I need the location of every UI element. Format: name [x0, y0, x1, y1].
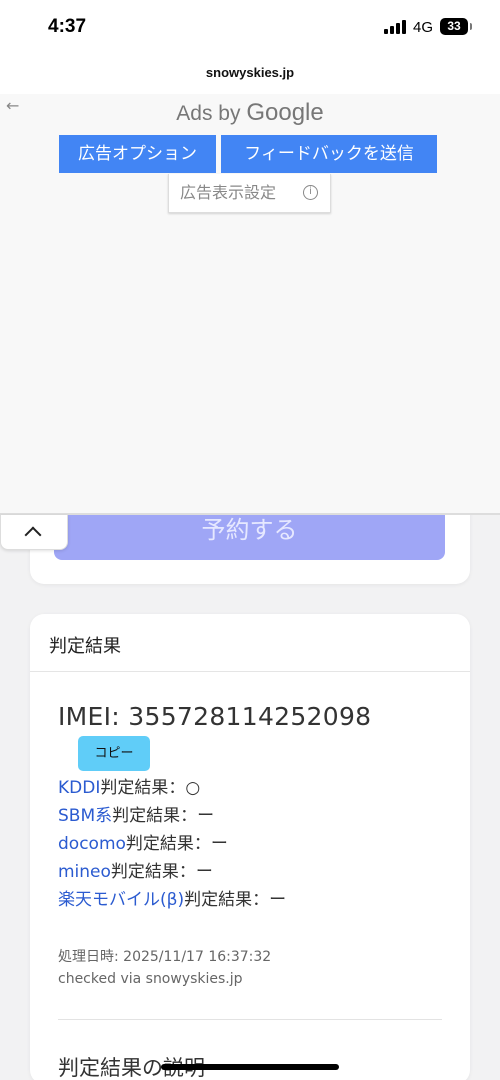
ad-settings-link[interactable]: 広告表示設定 i [168, 174, 331, 213]
status-bar: 4:37 4G 33 [0, 0, 500, 56]
url-text: snowyskies.jp [205, 65, 295, 80]
collapse-ad-button[interactable] [0, 515, 68, 550]
result-value: ー [269, 890, 287, 910]
processed-label: 処理日時: [58, 949, 119, 965]
carrier-link-docomo[interactable]: docomo [58, 834, 126, 854]
result-row-kddi: KDDI判定結果：○ [58, 774, 286, 802]
battery-icon: 33 [440, 18, 472, 35]
ads-by-google: Ads by Google [0, 99, 500, 127]
result-list: KDDI判定結果：○ SBM系判定結果：ー docomo判定結果：ー mineo… [58, 774, 286, 914]
carrier-link-kddi[interactable]: KDDI [58, 778, 100, 798]
result-row-docomo: docomo判定結果：ー [58, 830, 286, 858]
carrier-link-rakuten[interactable]: 楽天モバイル(β) [58, 890, 184, 910]
ad-settings-label: 広告表示設定 [180, 183, 277, 202]
divider [58, 1019, 442, 1020]
result-label: 判定結果： [125, 834, 211, 854]
result-row-mineo: mineo判定結果：ー [58, 858, 286, 886]
result-label: 判定結果： [110, 862, 196, 882]
home-indicator[interactable] [161, 1064, 339, 1070]
result-label: 判定結果： [184, 890, 270, 910]
result-value: ー [197, 806, 215, 826]
result-card-header: 判定結果 [30, 614, 470, 672]
info-icon: i [303, 185, 318, 200]
ads-by-prefix: Ads by [176, 102, 241, 125]
result-row-sbm: SBM系判定結果：ー [58, 802, 286, 830]
status-time: 4:37 [48, 16, 87, 37]
result-row-rakuten: 楽天モバイル(β)判定結果：ー [58, 886, 286, 914]
signal-icon [384, 20, 408, 34]
carrier-link-sbm[interactable]: SBM系 [58, 806, 112, 826]
result-label: 判定結果： [100, 778, 186, 798]
checked-via: checked via snowyskies.jp [58, 971, 243, 987]
processing-meta: 処理日時: 2025/11/17 16:37:32 checked via sn… [58, 946, 271, 990]
result-label: 判定結果： [112, 806, 198, 826]
copy-button[interactable]: コピー [78, 736, 150, 771]
result-value: ー [195, 862, 213, 882]
imei-value: 355728114252098 [128, 702, 372, 731]
chevron-up-icon [24, 526, 42, 544]
imei-label: IMEI: [58, 702, 121, 731]
ads-by-brand: Google [246, 99, 324, 126]
result-value: ー [210, 834, 228, 854]
ad-overlay: ← Ads by Google 広告オプション フィードバックを送信 広告表示設… [0, 94, 500, 515]
processed-at: 処理日時: 2025/11/17 16:37:32 [58, 946, 271, 968]
send-feedback-button[interactable]: フィードバックを送信 [221, 135, 437, 173]
processed-time: 2025/11/17 16:37:32 [123, 949, 272, 965]
imei-line: IMEI: 355728114252098 [58, 702, 371, 731]
ad-options-button[interactable]: 広告オプション [59, 135, 216, 173]
url-bar[interactable]: snowyskies.jp [0, 56, 500, 94]
result-value: ○ [185, 778, 201, 798]
result-card: 判定結果 IMEI: 355728114252098 コピー KDDI判定結果：… [30, 614, 470, 1080]
network-type: 4G [413, 19, 434, 36]
carrier-link-mineo[interactable]: mineo [58, 862, 111, 882]
